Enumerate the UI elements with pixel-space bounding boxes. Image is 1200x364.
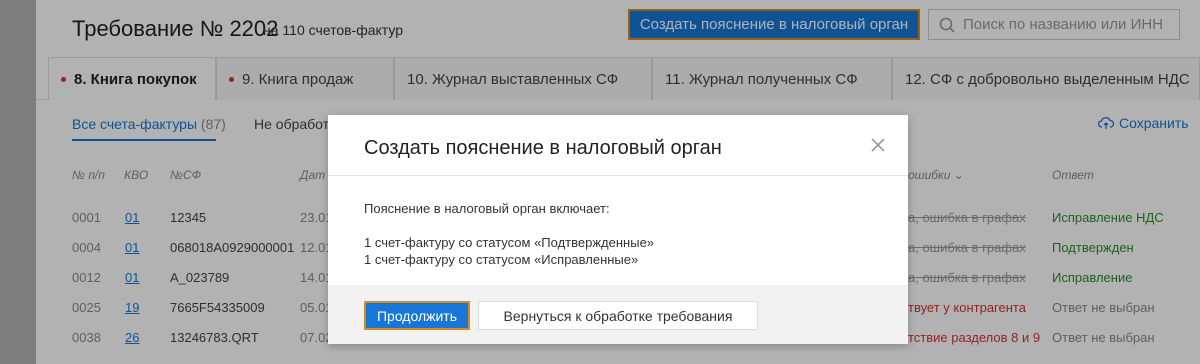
continue-button[interactable]: Продолжить <box>364 301 470 330</box>
back-to-requirement-button[interactable]: Вернуться к обработке требования <box>478 301 758 330</box>
close-icon[interactable] <box>870 137 886 153</box>
create-explanation-dialog: Создать пояснение в налоговый орган Пояс… <box>328 115 908 344</box>
dialog-footer: Продолжить Вернуться к обработке требова… <box>328 285 908 344</box>
dialog-divider <box>328 175 908 176</box>
dialog-line-corrected: 1 счет-фактуру со статусом «Исправленные… <box>364 252 639 267</box>
dialog-body: Пояснение в налоговый орган включает: 1 … <box>364 200 654 268</box>
dialog-title: Создать пояснение в налоговый орган <box>364 137 722 159</box>
dialog-intro: Пояснение в налоговый орган включает: <box>364 201 610 216</box>
dialog-line-confirmed: 1 счет-фактуру со статусом «Подтвержденн… <box>364 235 655 250</box>
